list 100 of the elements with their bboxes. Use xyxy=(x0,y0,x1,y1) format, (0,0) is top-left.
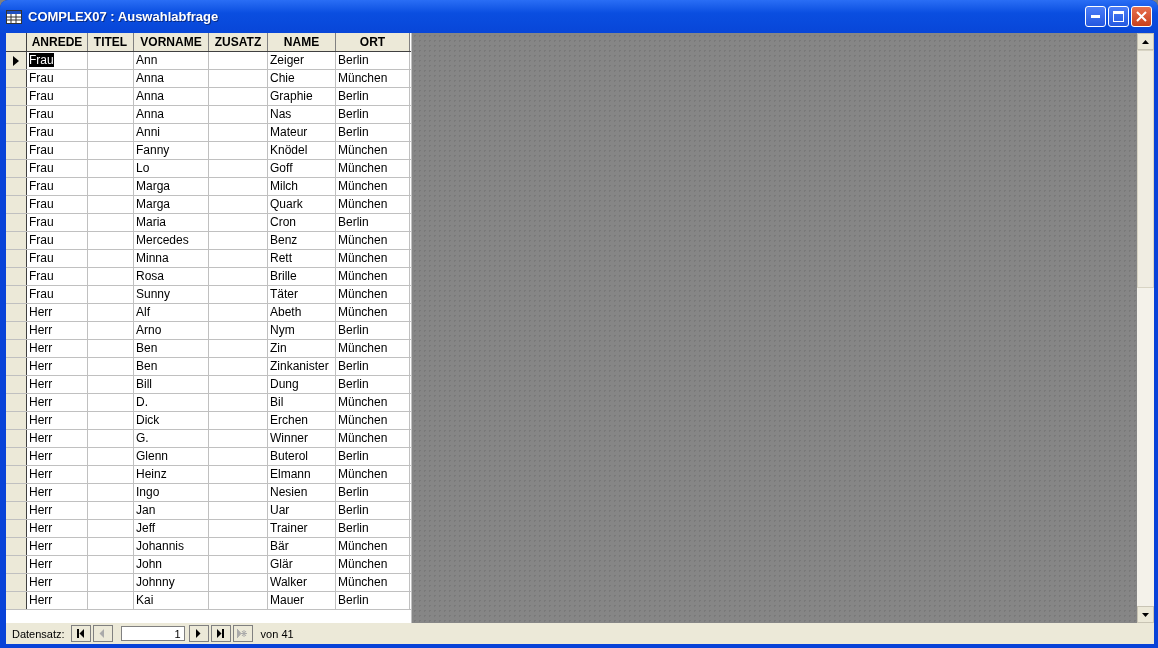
table-cell[interactable]: Berlin xyxy=(336,52,410,69)
table-cell[interactable]: Knödel xyxy=(268,142,336,159)
record-selector[interactable] xyxy=(6,556,27,573)
record-selector[interactable] xyxy=(6,88,27,105)
table-cell[interactable]: Bil xyxy=(268,394,336,411)
table-cell[interactable]: Ingo xyxy=(134,484,209,501)
record-selector[interactable] xyxy=(6,358,27,375)
column-header[interactable]: VORNAME xyxy=(134,33,209,51)
table-cell[interactable]: Elmann xyxy=(268,466,336,483)
table-cell[interactable]: Täter xyxy=(268,286,336,303)
table-cell[interactable]: Erchen xyxy=(268,412,336,429)
record-selector[interactable] xyxy=(6,574,27,591)
close-button[interactable] xyxy=(1131,6,1152,27)
table-cell[interactable]: Cron xyxy=(268,214,336,231)
table-cell[interactable]: Abeth xyxy=(268,304,336,321)
record-selector[interactable] xyxy=(6,214,27,231)
table-cell[interactable]: Mercedes xyxy=(134,232,209,249)
table-cell[interactable]: München xyxy=(336,340,410,357)
table-cell[interactable]: München xyxy=(336,250,410,267)
table-cell[interactable]: Berlin xyxy=(336,124,410,141)
table-cell[interactable]: Glenn xyxy=(134,448,209,465)
table-cell[interactable]: Herr xyxy=(27,520,88,537)
table-cell[interactable]: Frau xyxy=(27,214,88,231)
table-cell[interactable]: Rosa xyxy=(134,268,209,285)
table-cell[interactable]: München xyxy=(336,70,410,87)
table-cell[interactable]: Herr xyxy=(27,304,88,321)
table-cell[interactable]: Graphie xyxy=(268,88,336,105)
record-selector[interactable] xyxy=(6,142,27,159)
table-cell[interactable]: Benz xyxy=(268,232,336,249)
record-selector[interactable] xyxy=(6,196,27,213)
table-cell[interactable]: Kai xyxy=(134,592,209,609)
table-cell[interactable]: Berlin xyxy=(336,322,410,339)
table-cell[interactable]: Zinkanister xyxy=(268,358,336,375)
table-cell[interactable]: Anni xyxy=(134,124,209,141)
table-cell[interactable]: Nas xyxy=(268,106,336,123)
table-cell[interactable]: Maria xyxy=(134,214,209,231)
table-cell[interactable]: Ben xyxy=(134,340,209,357)
record-selector[interactable] xyxy=(6,394,27,411)
table-cell[interactable]: München xyxy=(336,196,410,213)
table-cell[interactable]: Rett xyxy=(268,250,336,267)
table-cell[interactable]: Arno xyxy=(134,322,209,339)
record-selector[interactable] xyxy=(6,484,27,501)
first-record-button[interactable] xyxy=(70,625,91,642)
record-selector[interactable] xyxy=(6,592,27,609)
record-selector[interactable] xyxy=(6,268,27,285)
table-cell[interactable]: Herr xyxy=(27,484,88,501)
record-selector[interactable] xyxy=(6,52,27,69)
table-cell[interactable]: Dung xyxy=(268,376,336,393)
table-cell[interactable]: Mateur xyxy=(268,124,336,141)
record-selector[interactable] xyxy=(6,520,27,537)
table-cell[interactable]: Berlin xyxy=(336,502,410,519)
table-cell[interactable]: Frau xyxy=(27,178,88,195)
record-selector[interactable] xyxy=(6,538,27,555)
table-cell[interactable]: Frau xyxy=(27,142,88,159)
record-selector[interactable] xyxy=(6,466,27,483)
column-header[interactable]: TITEL xyxy=(88,33,134,51)
table-cell[interactable]: Chie xyxy=(268,70,336,87)
table-cell[interactable]: Frau xyxy=(27,250,88,267)
maximize-button[interactable] xyxy=(1108,6,1129,27)
table-cell[interactable]: Mauer xyxy=(268,592,336,609)
record-selector[interactable] xyxy=(6,502,27,519)
table-cell[interactable]: Frau xyxy=(27,232,88,249)
record-selector[interactable] xyxy=(6,376,27,393)
record-selector[interactable] xyxy=(6,286,27,303)
record-selector[interactable] xyxy=(6,232,27,249)
table-cell[interactable]: Quark xyxy=(268,196,336,213)
record-selector[interactable] xyxy=(6,250,27,267)
table-cell[interactable]: München xyxy=(336,304,410,321)
table-cell[interactable]: München xyxy=(336,268,410,285)
table-cell[interactable]: G. xyxy=(134,430,209,447)
record-selector[interactable] xyxy=(6,178,27,195)
table-cell[interactable]: Bill xyxy=(134,376,209,393)
table-cell[interactable]: Nesien xyxy=(268,484,336,501)
table-cell[interactable]: Ben xyxy=(134,358,209,375)
table-cell[interactable]: Berlin xyxy=(336,358,410,375)
table-cell[interactable]: Frau xyxy=(27,124,88,141)
table-cell[interactable]: Berlin xyxy=(336,214,410,231)
table-cell[interactable]: Herr xyxy=(27,448,88,465)
table-cell[interactable]: Herr xyxy=(27,556,88,573)
table-cell[interactable]: Frau xyxy=(27,106,88,123)
record-number-field[interactable]: 1 xyxy=(120,626,185,641)
table-cell[interactable]: Herr xyxy=(27,340,88,357)
table-cell[interactable]: Frau xyxy=(27,52,88,69)
table-cell[interactable]: München xyxy=(336,394,410,411)
table-cell[interactable]: Frau xyxy=(27,88,88,105)
last-record-button[interactable] xyxy=(210,625,231,642)
table-cell[interactable]: Jan xyxy=(134,502,209,519)
select-all-cell[interactable] xyxy=(6,33,27,51)
table-cell[interactable]: Berlin xyxy=(336,376,410,393)
record-selector[interactable] xyxy=(6,340,27,357)
record-selector[interactable] xyxy=(6,160,27,177)
record-selector[interactable] xyxy=(6,430,27,447)
table-cell[interactable]: Winner xyxy=(268,430,336,447)
table-cell[interactable]: Frau xyxy=(27,160,88,177)
record-selector[interactable] xyxy=(6,106,27,123)
table-cell[interactable]: Johannis xyxy=(134,538,209,555)
table-cell[interactable]: München xyxy=(336,466,410,483)
table-cell[interactable]: Berlin xyxy=(336,106,410,123)
scroll-up-button[interactable] xyxy=(1137,33,1154,50)
table-cell[interactable]: Jeff xyxy=(134,520,209,537)
